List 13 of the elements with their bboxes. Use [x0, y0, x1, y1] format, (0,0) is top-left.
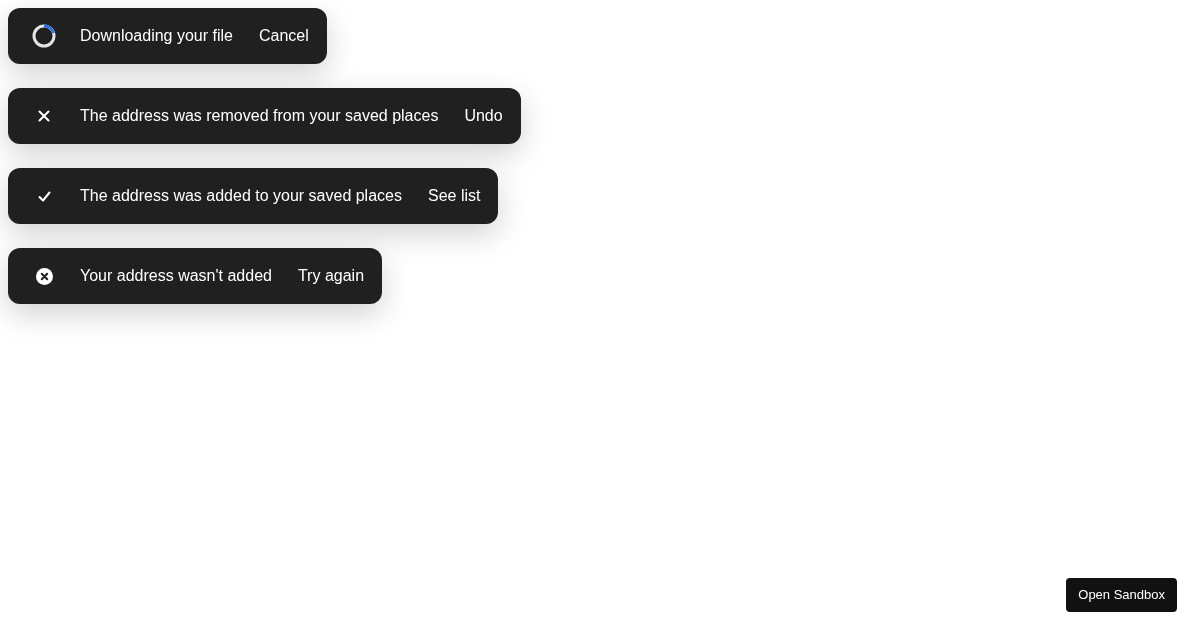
error-icon — [35, 267, 53, 285]
toast-message: The address was removed from your saved places — [80, 106, 439, 126]
toast-action-button[interactable]: See list — [427, 184, 481, 208]
toast-action-button[interactable]: Cancel — [259, 24, 309, 48]
close-icon — [38, 110, 50, 122]
toast-action-button[interactable]: Try again — [297, 264, 365, 288]
spinner-icon — [31, 23, 57, 49]
open-sandbox-button[interactable]: Open Sandbox — [1066, 578, 1177, 612]
toast-message: Your address wasn't added — [80, 266, 272, 286]
toast-action-button[interactable]: Undo — [464, 104, 503, 128]
toast-message: The address was added to your saved places — [80, 186, 402, 206]
check-icon — [37, 190, 51, 202]
toast-message: Downloading your file — [80, 26, 233, 46]
